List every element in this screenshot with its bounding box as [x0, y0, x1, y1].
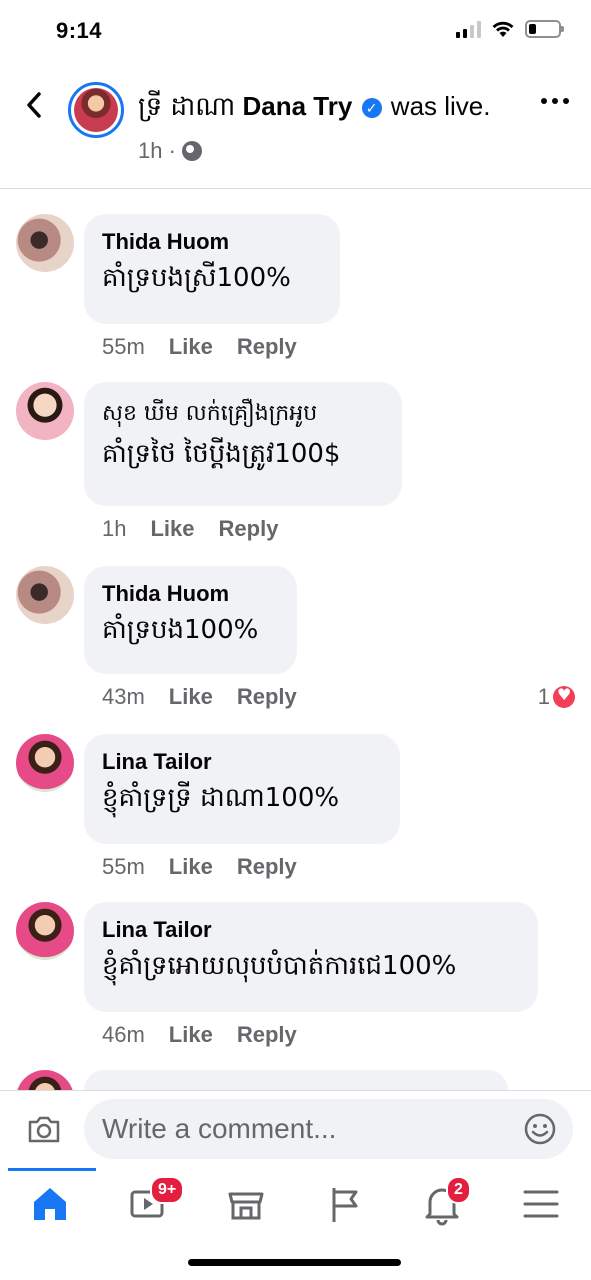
- commenter-avatar[interactable]: [16, 902, 74, 960]
- like-button[interactable]: Like: [150, 516, 194, 542]
- commenter-avatar[interactable]: [16, 214, 74, 272]
- like-button[interactable]: Like: [169, 334, 213, 360]
- comment-actions: 55m Like Reply: [102, 334, 297, 360]
- active-tab-indicator: [8, 1168, 96, 1171]
- comment-author[interactable]: Lina Tailor: [102, 916, 520, 944]
- profile-avatar[interactable]: [68, 82, 124, 138]
- avatar-image: [74, 88, 118, 132]
- reply-button[interactable]: Reply: [237, 1022, 297, 1048]
- commenter-avatar[interactable]: [16, 566, 74, 624]
- comment-text: ខ្ញុំគាំទ្រទ្រី ដាណា100%: [102, 783, 340, 813]
- commenter-avatar[interactable]: [16, 734, 74, 792]
- more-options-button[interactable]: [541, 98, 569, 104]
- reply-button[interactable]: Reply: [237, 854, 297, 880]
- comment-composer: Write a comment...: [0, 1090, 591, 1169]
- like-button[interactable]: Like: [169, 1022, 213, 1048]
- signal-icon: [456, 20, 481, 38]
- comment-author[interactable]: Thida Huom: [102, 580, 279, 608]
- comment-text: គាំទ្រថៃ ថៃប្តីងត្រូវ100$: [102, 439, 341, 469]
- comments-list[interactable]: Thida Huom គាំទ្របងស្រី100% 55m Like Rep…: [0, 190, 591, 1090]
- comment-input[interactable]: Write a comment...: [84, 1099, 573, 1159]
- comment-bubble[interactable]: [84, 1070, 508, 1090]
- comment-bubble[interactable]: Lina Tailor ខ្ញុំគាំទ្រទ្រី ដាណា100%: [84, 734, 400, 844]
- comment-time: 55m: [102, 854, 145, 879]
- post-header: ទ្រី ដាណា Dana Try ✓ was live. 1h ·: [0, 62, 591, 189]
- reply-button[interactable]: Reply: [237, 334, 297, 360]
- comment-time: 55m: [102, 334, 145, 359]
- status-bar: 9:14: [0, 0, 591, 62]
- reaction-count[interactable]: 1: [538, 684, 575, 710]
- author-name-khmer[interactable]: ទ្រី ដាណា: [138, 92, 235, 122]
- commenter-avatar[interactable]: [16, 1070, 74, 1090]
- header-title: ទ្រី ដាណា Dana Try ✓ was live.: [138, 90, 491, 128]
- like-button[interactable]: Like: [169, 684, 213, 710]
- comment-text: គាំទ្របង100%: [102, 615, 259, 645]
- camera-icon[interactable]: [26, 1111, 62, 1147]
- battery-icon: [525, 20, 564, 38]
- comment-author[interactable]: សុខ ឃីម លក់គ្រឿងក្រអូប: [102, 396, 384, 432]
- comment-placeholder: Write a comment...: [102, 1113, 337, 1144]
- post-meta: 1h ·: [138, 138, 202, 164]
- comment-bubble[interactable]: Thida Huom គាំទ្របង100%: [84, 566, 297, 674]
- notifications-badge: 2: [446, 1176, 471, 1204]
- live-status: was live.: [390, 91, 491, 121]
- reply-button[interactable]: Reply: [237, 684, 297, 710]
- chevron-left-icon: [27, 92, 41, 118]
- commenter-avatar[interactable]: [16, 382, 74, 440]
- post-time[interactable]: 1h ·: [138, 138, 176, 164]
- reaction-number: 1: [537, 684, 550, 709]
- globe-icon: [181, 141, 202, 161]
- heart-icon: [553, 685, 575, 708]
- comment-actions: 55m Like Reply: [102, 854, 297, 880]
- home-indicator: [188, 1259, 401, 1266]
- author-name[interactable]: Dana Try: [243, 91, 353, 121]
- menu-icon[interactable]: [517, 1180, 565, 1228]
- back-button[interactable]: [22, 90, 46, 120]
- emoji-icon[interactable]: [523, 1112, 557, 1146]
- comment-actions: 1h Like Reply: [102, 516, 278, 542]
- comment-time: 1h: [102, 516, 127, 541]
- like-button[interactable]: Like: [169, 854, 213, 880]
- comment-author[interactable]: Lina Tailor: [102, 748, 382, 776]
- comment-text: គាំទ្របងស្រី100%: [102, 263, 291, 293]
- home-icon[interactable]: [26, 1180, 74, 1228]
- comment-bubble[interactable]: សុខ ឃីម លក់គ្រឿងក្រអូប គាំទ្រថៃ ថៃប្តីងត…: [84, 382, 402, 506]
- pages-flag-icon[interactable]: [320, 1180, 368, 1228]
- marketplace-icon[interactable]: [222, 1180, 270, 1228]
- verified-icon: ✓: [361, 98, 382, 118]
- comment-bubble[interactable]: Thida Huom គាំទ្របងស្រី100%: [84, 214, 340, 324]
- comment-actions: 43m Like Reply: [102, 684, 297, 710]
- watch-badge: 9+: [150, 1176, 185, 1204]
- comment-time: 43m: [102, 684, 145, 709]
- comment-actions: 46m Like Reply: [102, 1022, 297, 1048]
- status-icons: [456, 20, 564, 38]
- comment-author[interactable]: Thida Huom: [102, 228, 322, 256]
- reply-button[interactable]: Reply: [219, 516, 279, 542]
- comment-text: ខ្ញុំគាំទ្រអោយលុបបំបាត់ការជេ100%: [102, 951, 457, 981]
- comment-time: 46m: [102, 1022, 145, 1047]
- status-time: 9:14: [56, 18, 103, 43]
- comment-bubble[interactable]: Lina Tailor ខ្ញុំគាំទ្រអោយលុបបំបាត់ការជេ…: [84, 902, 538, 1012]
- wifi-icon: [492, 21, 514, 37]
